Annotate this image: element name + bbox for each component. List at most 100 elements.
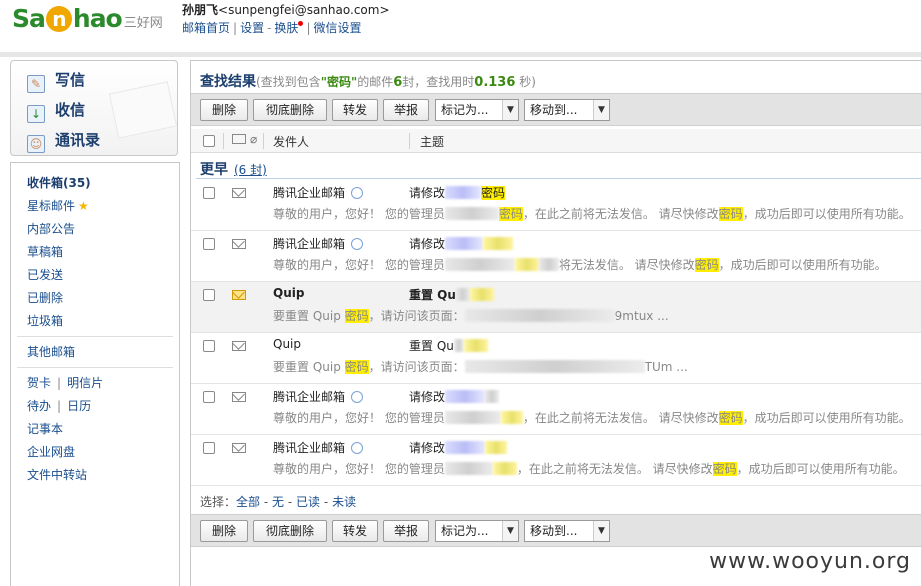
email-row-unread[interactable]: Quip 重置 Qu 要重置 Quip 密码，请访问该页面： 9mtux ... [191,282,921,333]
folder-other[interactable]: 其他邮箱 [27,343,75,360]
sanhao-logo[interactable]: Sa n hao 三好网 [12,4,163,33]
subject: 重置 Qu [409,337,488,354]
action-toolbar-top: 删除 彻底删除 转发 举报 标记为... ▼ 移动到... ▼ [191,93,921,126]
user-name: 孙朋飞 [182,3,219,17]
select-read-link[interactable]: 已读 [296,495,320,509]
read-status-column-icon[interactable] [232,134,246,144]
preview: 尊敬的用户，您好！ 您的管理员 将无法发信。 请尽快修改密码，成功后即可以使用所有… [273,258,887,272]
email-row[interactable]: 腾讯企业邮箱 请修改 密码 尊敬的用户，您好！ 您的管理员 密码，在此之前将无法发信… [191,180,921,231]
report-button[interactable]: 举报 [383,520,429,542]
move-to-select[interactable]: 移动到... ▼ [524,99,610,121]
enterprise-badge-icon [351,442,364,454]
subject: 请修改 [409,388,500,405]
envelope-decoration-icon [108,81,178,139]
report-button[interactable]: 举报 [383,99,429,121]
user-info: 孙朋飞<sunpengfei@sanhao.com> [182,1,390,18]
email-row[interactable]: 腾讯企业邮箱 请修改 尊敬的用户，您好！ 您的管理员 ，在此之前将无法发信。 请尽… [191,384,921,435]
link-skin[interactable]: 换肤 [274,21,298,35]
envelope-unread-icon [232,290,246,300]
envelope-read-icon [232,188,246,198]
link-card[interactable]: 贺卡 [27,376,51,390]
column-subject[interactable]: 主题 [420,133,444,150]
folder-sent[interactable]: 已发送 [27,266,63,283]
permanent-delete-button[interactable]: 彻底删除 [253,520,327,542]
column-header: ⌀ 发件人 主题 [191,129,921,153]
sender: 腾讯企业邮箱 [273,439,364,456]
select-all-link[interactable]: 全部 [236,495,260,509]
attachment-column-icon[interactable]: ⌀ [250,132,257,146]
subject: 重置 Qu [409,286,494,303]
move-to-select[interactable]: 移动到... ▼ [524,520,610,542]
permanent-delete-button[interactable]: 彻底删除 [253,99,327,121]
row-checkbox[interactable] [203,238,215,250]
subject: 请修改 [409,439,508,456]
folder-inbox[interactable]: 收件箱(35) [27,174,91,191]
group-count[interactable]: (6 封) [234,163,267,177]
link-notes[interactable]: 记事本 [27,420,63,437]
subject: 请修改 [409,235,514,252]
delete-button[interactable]: 删除 [200,520,248,542]
logo-text: hao [72,4,123,33]
search-time: 0.136 [474,75,516,90]
tools-row-todo: 待办 | 日历 [27,399,92,413]
pencil-icon: ✎ [27,75,45,93]
chevron-down-icon: ▼ [593,521,609,541]
envelope-read-icon [232,239,246,249]
search-results-panel: 查找结果(查找到包含"密码"的邮件6封，查找用时0.136 秒) 删除 彻底删除… [190,60,921,586]
delete-button[interactable]: 删除 [200,99,248,121]
mark-as-select[interactable]: 标记为... ▼ [435,99,519,121]
link-todo[interactable]: 待办 [27,399,51,413]
preview: 要重置 Quip 密码，请访问该页面： TUm ... [273,360,688,374]
folder-deleted[interactable]: 已删除 [27,289,63,306]
page-title: 查找结果(查找到包含"密码"的邮件6封，查找用时0.136 秒) [200,74,536,90]
select-filter: 选择：全部 - 无 - 已读 - 未读 [200,495,357,509]
folder-starred[interactable]: 星标邮件 ★ [27,197,89,214]
header-divider [0,52,921,57]
forward-button[interactable]: 转发 [332,99,378,121]
top-links: 邮箱首页 | 设置 - 换肤 | 微信设置 [182,21,362,35]
folder-spam[interactable]: 垃圾箱 [27,312,63,329]
link-file-transfer[interactable]: 文件中转站 [27,466,87,483]
sender: Quip [273,337,302,351]
new-dot-icon [298,21,304,26]
mark-as-select[interactable]: 标记为... ▼ [435,520,519,542]
email-row[interactable]: 腾讯企业邮箱 请修改 尊敬的用户，您好！ 您的管理员 将无法发信。 请尽快修改密码… [191,231,921,282]
group-header: 更早 (6 封) [200,162,267,178]
column-sender[interactable]: 发件人 [273,133,309,150]
chevron-down-icon: ▼ [502,100,518,120]
link-mail-home[interactable]: 邮箱首页 [182,21,230,35]
compose-button[interactable]: ✎ 写信 [27,69,85,93]
receive-button[interactable]: ↓ 收信 [27,99,85,123]
logo-text: Sa [12,4,46,33]
select-all-checkbox[interactable] [203,135,215,147]
preview: 要重置 Quip 密码，请访问该页面： 9mtux ... [273,309,669,323]
link-calendar[interactable]: 日历 [67,399,91,413]
link-postcard[interactable]: 明信片 [67,376,103,390]
select-unread-link[interactable]: 未读 [332,495,356,509]
folder-drafts[interactable]: 草稿箱 [27,243,63,260]
row-checkbox[interactable] [203,442,215,454]
top-header: Sa n hao 三好网 孙朋飞<sunpengfei@sanhao.com> 邮箱首… [0,0,921,57]
link-wechat-settings[interactable]: 微信设置 [313,21,361,35]
forward-button[interactable]: 转发 [332,520,378,542]
action-toolbar-bottom: 删除 彻底删除 转发 举报 标记为... ▼ 移动到... ▼ [191,514,921,547]
download-arrow-icon: ↓ [27,105,45,123]
select-none-link[interactable]: 无 [272,495,284,509]
row-checkbox[interactable] [203,340,215,352]
sender: 腾讯企业邮箱 [273,235,364,252]
email-row[interactable]: 腾讯企业邮箱 请修改 尊敬的用户，您好！ 您的管理员 ，在此之前将无法发信。 请尽… [191,435,921,486]
chevron-down-icon: ▼ [593,100,609,120]
row-checkbox[interactable] [203,289,215,301]
divider [17,336,173,337]
row-checkbox[interactable] [203,187,215,199]
contacts-button[interactable]: ☺ 通讯录 [27,129,100,153]
row-checkbox[interactable] [203,391,215,403]
email-row[interactable]: Quip 重置 Qu 要重置 Quip 密码，请访问该页面： TUm ... [191,333,921,384]
logo-cn: 三好网 [123,16,163,31]
link-netdisk[interactable]: 企业网盘 [27,443,75,460]
contact-card-icon: ☺ [27,135,45,153]
link-settings[interactable]: 设置 [240,21,264,35]
sender: Quip [273,286,305,300]
folder-internal[interactable]: 内部公告 [27,220,75,237]
watermark: www.wooyun.org [709,549,911,574]
